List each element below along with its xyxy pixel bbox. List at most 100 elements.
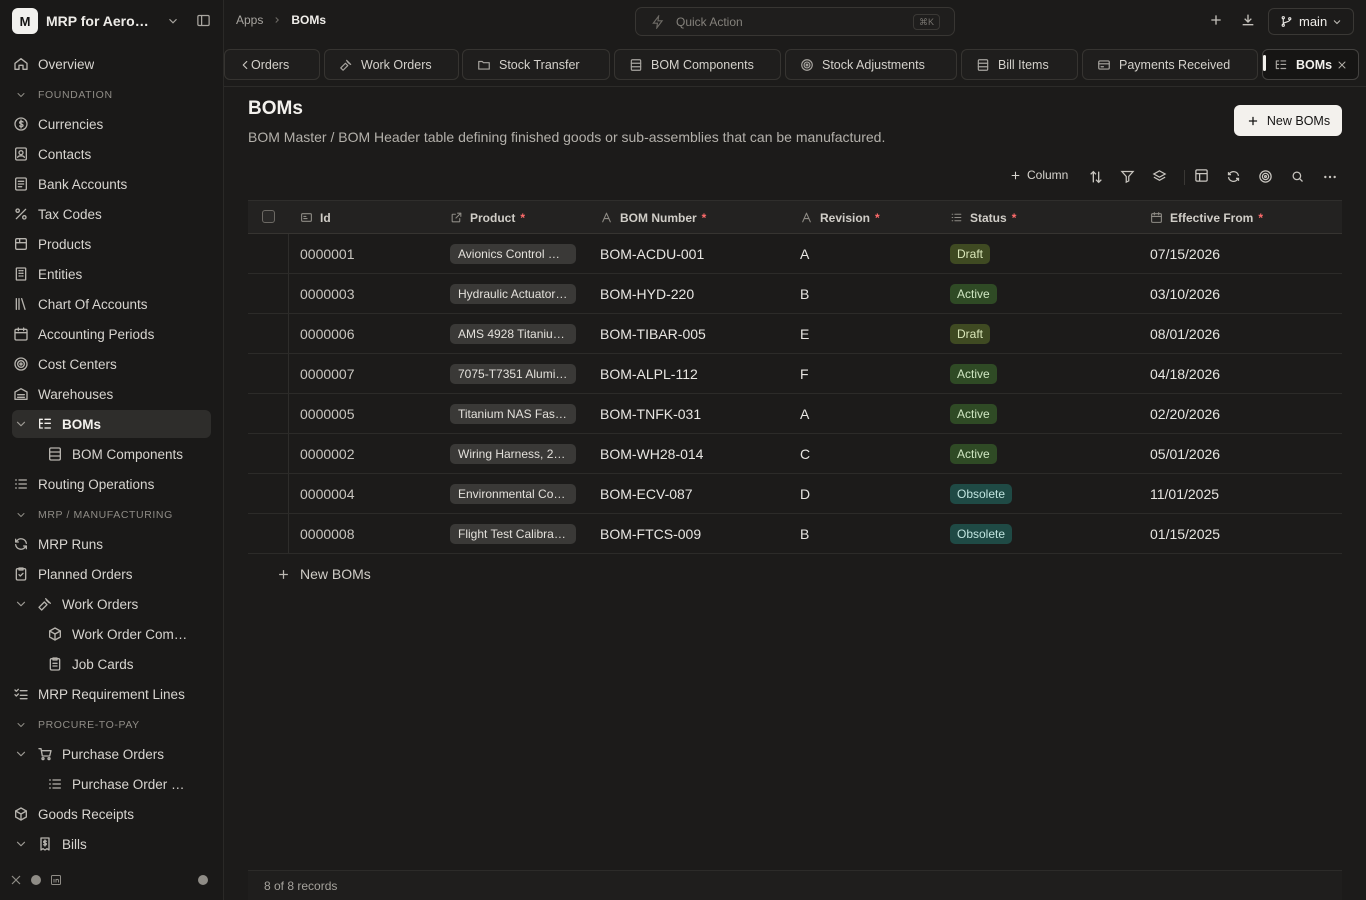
sidebar-item-purchase-order-lines[interactable]: Purchase Order Lines	[12, 770, 211, 798]
sidebar-item-work-orders[interactable]: Work Orders	[12, 590, 211, 618]
table-layout-icon[interactable]	[1194, 168, 1209, 183]
table-row[interactable]: 0000008 Flight Test Calibration Kit BOM-FT…	[248, 514, 1342, 554]
cell-effective-from[interactable]: 01/15/2025	[1150, 514, 1220, 553]
linkedin-icon[interactable]	[50, 874, 62, 886]
cell-status[interactable]: Active	[950, 394, 997, 433]
sidebar-item-planned-orders[interactable]: Planned Orders	[12, 560, 211, 588]
sidebar-item-currencies[interactable]: Currencies	[12, 110, 211, 138]
cell-revision[interactable]: D	[800, 474, 810, 513]
nav-section-header[interactable]: MRP / MANUFACTURING	[12, 504, 211, 526]
table-row[interactable]: 0000004 Environmental Control Valve BOM-EC…	[248, 474, 1342, 514]
chevron-down-icon[interactable]	[12, 415, 30, 433]
sidebar-item-bank-accounts[interactable]: Bank Accounts	[12, 170, 211, 198]
column-header-product[interactable]: Product *	[450, 201, 525, 234]
product-chip[interactable]: 7075-T7351 Aluminum Plate	[450, 363, 576, 384]
table-row[interactable]: 0000001 Avionics Control Display Unit BOM-…	[248, 234, 1342, 274]
filter-icon[interactable]	[1120, 169, 1135, 184]
chevron-down-icon[interactable]	[12, 745, 30, 763]
sidebar-toggle-icon[interactable]	[196, 13, 211, 28]
plus-icon[interactable]	[1208, 12, 1224, 28]
sidebar-item-bills[interactable]: Bills	[12, 830, 211, 858]
cell-product[interactable]: Hydraulic Actuator Assembly	[450, 274, 576, 313]
cell-id[interactable]: 0000003	[300, 274, 355, 313]
layers-icon[interactable]	[1152, 169, 1167, 184]
sidebar-item-products[interactable]: Products	[12, 230, 211, 258]
sidebar-item-accounting-periods[interactable]: Accounting Periods	[12, 320, 211, 348]
cell-effective-from[interactable]: 07/15/2026	[1150, 234, 1220, 273]
cell-bom-number[interactable]: BOM-TNFK-031	[600, 394, 701, 433]
column-header-status[interactable]: Status *	[950, 201, 1016, 234]
cell-revision[interactable]: B	[800, 274, 809, 313]
cell-effective-from[interactable]: 05/01/2026	[1150, 434, 1220, 473]
cell-id[interactable]: 0000002	[300, 434, 355, 473]
sidebar-item-contacts[interactable]: Contacts	[12, 140, 211, 168]
cell-revision[interactable]: C	[800, 434, 810, 473]
product-chip[interactable]: Hydraulic Actuator Assembly	[450, 283, 576, 304]
cell-id[interactable]: 0000004	[300, 474, 355, 513]
tab-payments-received[interactable]: Payments Received	[1082, 49, 1258, 80]
cell-status[interactable]: Obsolete	[950, 474, 1013, 513]
column-header-revision[interactable]: Revision *	[800, 201, 880, 234]
cell-revision[interactable]: E	[800, 314, 809, 353]
cell-status[interactable]: Active	[950, 434, 997, 473]
sidebar-item-chart-of-accounts[interactable]: Chart Of Accounts	[12, 290, 211, 318]
sidebar-item-goods-receipts[interactable]: Goods Receipts	[12, 800, 211, 828]
cell-status[interactable]: Draft	[950, 314, 991, 353]
product-chip[interactable]: Wiring Harness, 28V	[450, 443, 576, 464]
cell-id[interactable]: 0000005	[300, 394, 355, 433]
table-row[interactable]: 0000005 Titanium NAS Fastener Kit BOM-TNFK…	[248, 394, 1342, 434]
cell-bom-number[interactable]: BOM-FTCS-009	[600, 514, 701, 553]
table-row[interactable]: 0000006 AMS 4928 Titanium Bar BOM-TIBAR-00…	[248, 314, 1342, 354]
sidebar-item-cost-centers[interactable]: Cost Centers	[12, 350, 211, 378]
column-header-effective-from[interactable]: Effective From *	[1150, 201, 1263, 234]
product-chip[interactable]: Avionics Control Display Unit	[450, 243, 576, 264]
more-icon[interactable]	[1322, 169, 1338, 185]
sort-icon[interactable]	[1088, 169, 1104, 185]
refresh-icon[interactable]	[1226, 169, 1241, 184]
cell-product[interactable]: Environmental Control Valve	[450, 474, 576, 513]
x-logo-icon[interactable]	[10, 874, 22, 886]
cell-product[interactable]: AMS 4928 Titanium Bar	[450, 314, 576, 353]
cell-product[interactable]: Avionics Control Display Unit	[450, 234, 576, 273]
select-all-checkbox[interactable]	[262, 210, 275, 223]
cell-bom-number[interactable]: BOM-WH28-014	[600, 434, 703, 473]
cell-status[interactable]: Obsolete	[950, 514, 1013, 553]
product-chip[interactable]: Environmental Control Valve	[450, 483, 576, 504]
sidebar-item-tax-codes[interactable]: Tax Codes	[12, 200, 211, 228]
chevron-down-icon[interactable]	[12, 835, 30, 853]
column-header-bom-number[interactable]: BOM Number *	[600, 201, 706, 234]
cell-product[interactable]: Wiring Harness, 28V	[450, 434, 576, 473]
download-icon[interactable]	[1240, 12, 1256, 28]
table-row[interactable]: 0000007 7075-T7351 Aluminum Plate BOM-ALPL…	[248, 354, 1342, 394]
sidebar-item-entities[interactable]: Entities	[12, 260, 211, 288]
breadcrumb-apps[interactable]: Apps	[236, 13, 263, 27]
sidebar-item-mrp-requirement-lines[interactable]: MRP Requirement Lines	[12, 680, 211, 708]
column-header-id[interactable]: Id	[300, 201, 331, 234]
cell-bom-number[interactable]: BOM-HYD-220	[600, 274, 694, 313]
nav-section-header[interactable]: PROCURE-TO-PAY	[12, 714, 211, 736]
cell-effective-from[interactable]: 03/10/2026	[1150, 274, 1220, 313]
tab-boms[interactable]: BOMs	[1262, 49, 1359, 80]
nav-section-header[interactable]: FOUNDATION	[12, 84, 211, 106]
sidebar-item-job-cards[interactable]: Job Cards	[12, 650, 211, 678]
cell-revision[interactable]: F	[800, 354, 809, 393]
workspace-switcher[interactable]: M MRP for Aerospace	[12, 8, 212, 34]
cell-id[interactable]: 0000006	[300, 314, 355, 353]
cell-bom-number[interactable]: BOM-ECV-087	[600, 474, 693, 513]
close-icon[interactable]	[1336, 59, 1348, 71]
cell-effective-from[interactable]: 04/18/2026	[1150, 354, 1220, 393]
chevron-left-icon[interactable]	[238, 58, 252, 72]
table-row[interactable]: 0000002 Wiring Harness, 28V BOM-WH28-014 C A…	[248, 434, 1342, 474]
tab-bom-components[interactable]: BOM Components	[614, 49, 781, 80]
cell-revision[interactable]: A	[800, 234, 809, 273]
sidebar-item-overview[interactable]: Overview	[12, 50, 211, 78]
sidebar-item-warehouses[interactable]: Warehouses	[12, 380, 211, 408]
sidebar-item-boms[interactable]: BOMs	[12, 410, 211, 438]
tab-work-orders[interactable]: Work Orders	[324, 49, 459, 80]
tab-stock-adjustments[interactable]: Stock Adjustments	[785, 49, 957, 80]
help-icon[interactable]	[197, 874, 209, 886]
cell-bom-number[interactable]: BOM-ALPL-112	[600, 354, 698, 393]
add-row-button[interactable]: New BOMs	[276, 566, 371, 582]
table-row[interactable]: 0000003 Hydraulic Actuator Assembly BOM-HY…	[248, 274, 1342, 314]
cell-revision[interactable]: B	[800, 514, 809, 553]
